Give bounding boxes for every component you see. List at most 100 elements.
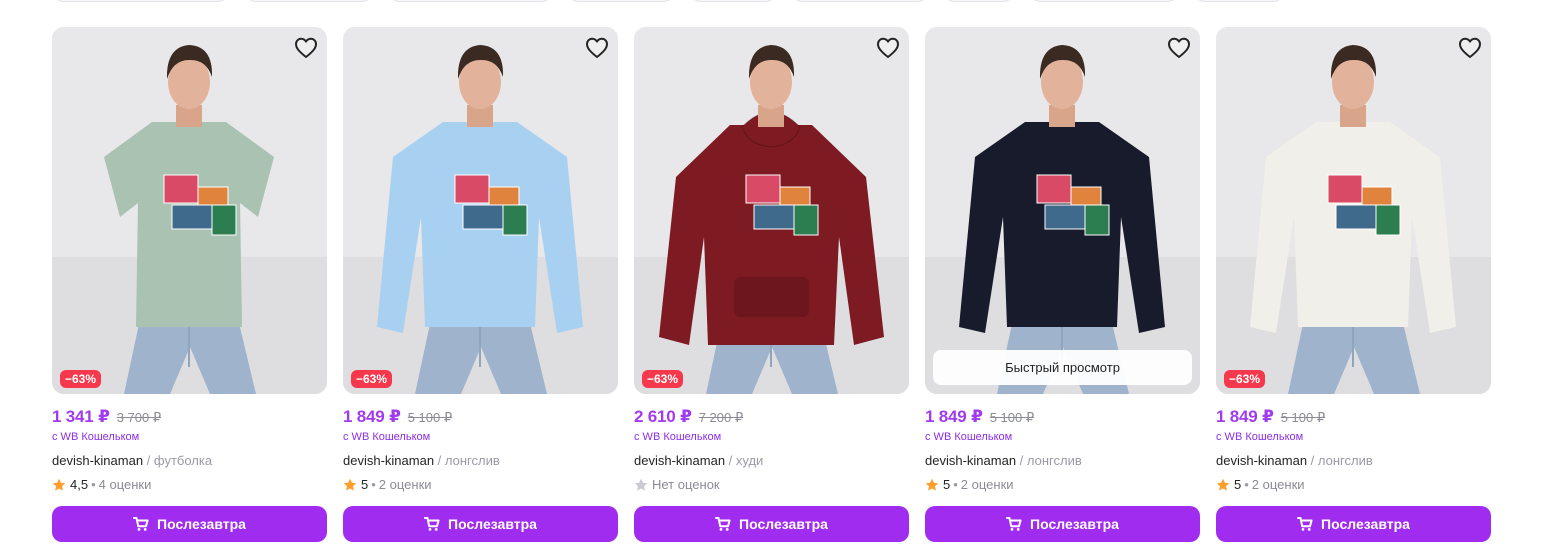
star-icon (52, 478, 66, 492)
review-count: 2 оценки (960, 477, 1014, 492)
product-image (52, 27, 327, 394)
rating-value: 5 (1234, 477, 1242, 492)
product-name[interactable]: devish-kinaman / лонгслив (1216, 453, 1373, 468)
brand-name: devish-kinaman (343, 453, 435, 468)
brand-name: devish-kinaman (634, 453, 726, 468)
rating-dot: • (371, 477, 376, 492)
review-count: 4 оценки (98, 477, 152, 492)
delivery-label: Послезавтра (448, 516, 537, 532)
product-category: худи (735, 453, 764, 468)
price-row: 1 341 ₽ 3 700 ₽ (52, 407, 161, 427)
name-separator: / (1307, 453, 1318, 468)
favorite-button[interactable] (1457, 35, 1483, 61)
brand-name: devish-kinaman (925, 453, 1017, 468)
current-price: 1 341 ₽ (52, 407, 110, 426)
filter-chip[interactable] (1029, 0, 1179, 2)
price-row: 1 849 ₽ 5 100 ₽ (343, 407, 452, 427)
filter-chip[interactable] (689, 0, 777, 2)
name-separator: / (1016, 453, 1027, 468)
wallet-note: с WB Кошельком (925, 431, 1013, 443)
star-icon (1216, 478, 1230, 492)
delivery-label: Послезавтра (739, 516, 828, 532)
wallet-note: с WB Кошельком (343, 431, 431, 443)
product-card[interactable]: −63% Быстрый просмотр 1 341 ₽ 3 700 ₽ с … (52, 27, 327, 547)
current-price: 1 849 ₽ (343, 407, 401, 426)
favorite-button[interactable] (1166, 35, 1192, 61)
filter-chip[interactable] (791, 0, 929, 2)
product-card[interactable]: −63% Быстрый просмотр 1 849 ₽ 5 100 ₽ с … (1216, 27, 1491, 547)
product-photo[interactable]: Быстрый просмотр (925, 27, 1200, 394)
product-category: лонгслив (444, 453, 500, 468)
product-name[interactable]: devish-kinaman / худи (634, 453, 763, 468)
delivery-label: Послезавтра (1321, 516, 1410, 532)
current-price: 1 849 ₽ (1216, 407, 1274, 426)
product-name[interactable]: devish-kinaman / футболка (52, 453, 212, 468)
star-icon (343, 478, 357, 492)
delivery-label: Послезавтра (1030, 516, 1119, 532)
rating-dot: • (91, 477, 96, 492)
product-photo[interactable]: −63% Быстрый просмотр (52, 27, 327, 394)
brand-name: devish-kinaman (1216, 453, 1308, 468)
current-price: 2 610 ₽ (634, 407, 692, 426)
product-name[interactable]: devish-kinaman / лонгслив (343, 453, 500, 468)
product-card[interactable]: −63% Быстрый просмотр 2 610 ₽ 7 200 ₽ с … (634, 27, 909, 547)
rating: 5 • 2 оценки (925, 477, 1014, 492)
quick-view-button[interactable]: Быстрый просмотр (933, 350, 1192, 385)
filter-chip[interactable] (52, 0, 230, 2)
favorite-button[interactable] (875, 35, 901, 61)
heart-icon (586, 37, 608, 58)
rating-value: 5 (943, 477, 951, 492)
rating: 4,5 • 4 оценки (52, 477, 151, 492)
price-row: 2 610 ₽ 7 200 ₽ (634, 407, 743, 427)
rating: 5 • 2 оценки (343, 477, 432, 492)
brand-name: devish-kinaman (52, 453, 144, 468)
cart-icon (424, 516, 440, 532)
add-to-cart-button[interactable]: Послезавтра (52, 506, 327, 542)
product-image (1216, 27, 1491, 394)
add-to-cart-button[interactable]: Послезавтра (1216, 506, 1491, 542)
current-price: 1 849 ₽ (925, 407, 983, 426)
review-count: 2 оценки (378, 477, 432, 492)
filter-chip[interactable] (567, 0, 675, 2)
product-photo[interactable]: −63% Быстрый просмотр (343, 27, 618, 394)
product-category: лонгслив (1026, 453, 1082, 468)
old-price: 5 100 ₽ (1280, 410, 1326, 425)
product-category: футболка (153, 453, 213, 468)
product-card[interactable]: −63% Быстрый просмотр 1 849 ₽ 5 100 ₽ с … (343, 27, 618, 547)
product-image (925, 27, 1200, 394)
filter-chip[interactable] (943, 0, 1015, 2)
add-to-cart-button[interactable]: Послезавтра (343, 506, 618, 542)
product-category: лонгслив (1317, 453, 1373, 468)
filter-chip[interactable] (388, 0, 553, 2)
name-separator: / (143, 453, 154, 468)
product-photo[interactable]: −63% Быстрый просмотр (634, 27, 909, 394)
favorite-button[interactable] (293, 35, 319, 61)
star-icon (925, 478, 939, 492)
old-price: 5 100 ₽ (989, 410, 1035, 425)
review-count: 2 оценки (1251, 477, 1305, 492)
wallet-note: с WB Кошельком (1216, 431, 1304, 443)
product-card[interactable]: Быстрый просмотр 1 849 ₽ 5 100 ₽ с WB Ко… (925, 27, 1200, 547)
discount-badge: −63% (60, 370, 102, 388)
add-to-cart-button[interactable]: Послезавтра (925, 506, 1200, 542)
filter-chip[interactable] (244, 0, 374, 2)
product-photo[interactable]: −63% Быстрый просмотр (1216, 27, 1491, 394)
discount-badge: −63% (351, 370, 393, 388)
old-price: 3 700 ₽ (116, 410, 162, 425)
name-separator: / (725, 453, 736, 468)
filter-chip[interactable] (1193, 0, 1285, 2)
price-row: 1 849 ₽ 5 100 ₽ (1216, 407, 1325, 427)
heart-icon (877, 37, 899, 58)
heart-icon (1459, 37, 1481, 58)
star-icon (634, 478, 648, 492)
discount-badge: −63% (642, 370, 684, 388)
rating-value: 4,5 (70, 477, 89, 492)
old-price: 7 200 ₽ (698, 410, 744, 425)
add-to-cart-button[interactable]: Послезавтра (634, 506, 909, 542)
heart-icon (1168, 37, 1190, 58)
product-name[interactable]: devish-kinaman / лонгслив (925, 453, 1082, 468)
favorite-button[interactable] (584, 35, 610, 61)
wallet-note: с WB Кошельком (634, 431, 722, 443)
product-image (343, 27, 618, 394)
rating: • Нет оценок (634, 477, 720, 492)
